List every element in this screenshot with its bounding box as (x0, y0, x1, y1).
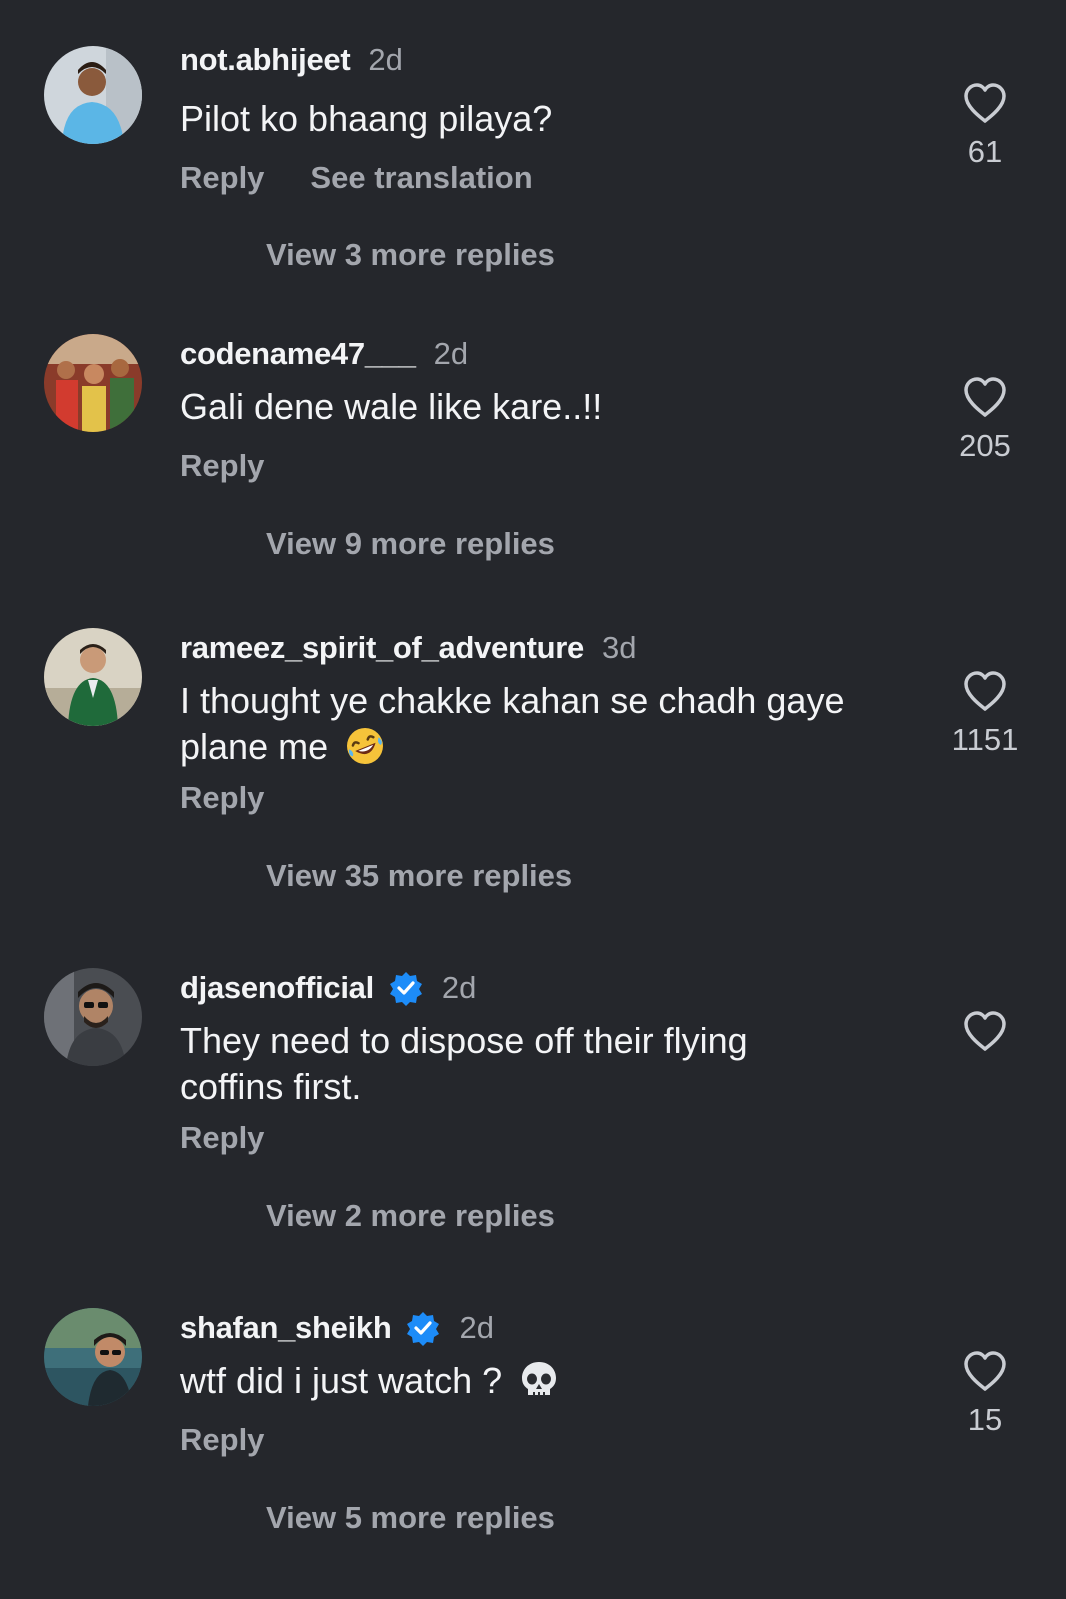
username[interactable]: shafan_sheikh (180, 1310, 392, 1346)
view-replies-button[interactable]: View 35 more replies (266, 858, 572, 894)
like-control[interactable] (930, 1010, 1040, 1052)
like-control[interactable]: 61 (930, 82, 1040, 170)
rolling-on-floor-laughing-emoji-icon (347, 728, 384, 764)
username[interactable]: rameez_spirit_of_adventure (180, 630, 584, 666)
comment-text-line: I thought ye chakke kahan se chadh gaye (180, 680, 845, 721)
comment-text-line: They need to dispose off their flying (180, 1020, 748, 1061)
timestamp: 2d (433, 336, 469, 371)
comment-header: djasenofficial 2d (180, 968, 476, 1008)
heart-icon[interactable] (962, 376, 1008, 418)
reply-button[interactable]: Reply (180, 1422, 264, 1458)
comment-header: rameez_spirit_of_adventure 3d (180, 628, 636, 668)
reply-button[interactable]: Reply (180, 448, 264, 484)
skull-emoji-icon (522, 1362, 557, 1396)
comment-text-line: Gali dene wale like kare..!! (180, 386, 603, 427)
comment-text-line: coffins first. (180, 1066, 362, 1107)
avatar[interactable] (44, 968, 142, 1066)
timestamp: 2d (441, 970, 477, 1005)
see-translation-button[interactable]: See translation (310, 160, 532, 196)
username[interactable]: not.abhijeet (180, 42, 351, 78)
comment-text: Gali dene wale like kare..!! (180, 384, 880, 430)
reply-button[interactable]: Reply (180, 1120, 264, 1156)
view-replies-button[interactable]: View 3 more replies (266, 237, 555, 273)
comment-actions: Reply (180, 1422, 264, 1458)
like-count: 15 (967, 1402, 1003, 1437)
reply-button[interactable]: Reply (180, 780, 264, 816)
heart-icon[interactable] (962, 1350, 1008, 1392)
comment-text: wtf did i just watch ? (180, 1358, 880, 1404)
comment-actions: Reply (180, 1120, 264, 1156)
like-count: 61 (967, 134, 1003, 169)
heart-icon[interactable] (962, 82, 1008, 124)
comment-text-line-2: plane me (180, 724, 880, 770)
reply-button[interactable]: Reply (180, 160, 264, 196)
comment-actions: Reply (180, 448, 264, 484)
heart-icon[interactable] (962, 670, 1008, 712)
like-control[interactable]: 1151 (930, 670, 1040, 758)
comment-actions: Reply (180, 780, 264, 816)
view-replies-button[interactable]: View 5 more replies (266, 1500, 555, 1536)
like-control[interactable]: 205 (930, 376, 1040, 464)
comment-text: I thought ye chakke kahan se chadh gaye … (180, 678, 880, 770)
like-control[interactable]: 15 (930, 1350, 1040, 1438)
username[interactable]: djasenofficial (180, 970, 374, 1006)
timestamp: 2d (368, 42, 403, 77)
avatar[interactable] (44, 334, 142, 432)
comment-text-line: wtf did i just watch ? (180, 1360, 503, 1401)
comment-header: codename47___ 2d (180, 334, 468, 374)
like-count: 205 (959, 428, 1011, 463)
timestamp: 3d (601, 630, 637, 665)
comment-actions: Reply See translation (180, 160, 533, 196)
comment-text: Pilot ko bhaang pilaya? (180, 96, 880, 142)
avatar[interactable] (44, 46, 142, 144)
comment-text: They need to dispose off their flying co… (180, 1018, 880, 1110)
username[interactable]: codename47___ (180, 336, 416, 372)
comment-text-line: plane me (180, 726, 329, 767)
view-replies-button[interactable]: View 2 more replies (266, 1198, 555, 1234)
avatar[interactable] (44, 628, 142, 726)
timestamp: 2d (459, 1310, 494, 1345)
view-replies-button[interactable]: View 9 more replies (266, 526, 555, 562)
comment-header: not.abhijeet 2d (180, 40, 403, 80)
comment-text-line: Pilot ko bhaang pilaya? (180, 98, 553, 139)
verified-badge-icon (407, 1312, 440, 1346)
avatar[interactable] (44, 1308, 142, 1406)
verified-badge-icon (389, 972, 422, 1006)
like-count: 1151 (951, 722, 1019, 757)
heart-icon[interactable] (962, 1010, 1008, 1052)
comment-header: shafan_sheikh 2d (180, 1308, 494, 1348)
